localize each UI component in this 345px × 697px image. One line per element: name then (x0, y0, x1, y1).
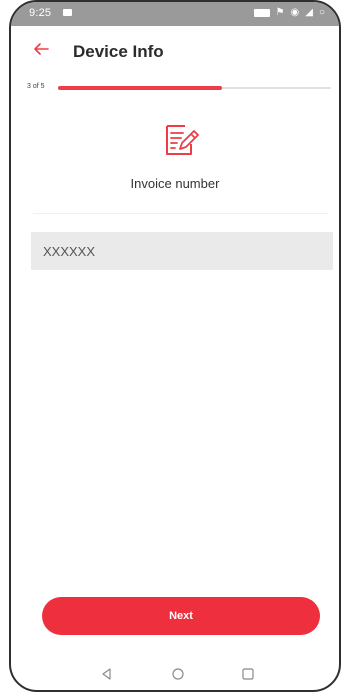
gallery-icon (63, 9, 72, 16)
invoice-number-label: Invoice number (130, 176, 220, 191)
phone-screen: 9:25 ⚑ ◉ ◢ ○ Device Info 3 of 5 Invoice … (9, 0, 341, 692)
battery-icon: ○ (318, 7, 325, 18)
progress-track (58, 86, 331, 90)
back-triangle-icon[interactable] (99, 666, 115, 682)
system-nav-bar (11, 662, 339, 686)
back-arrow-icon[interactable] (32, 40, 50, 58)
app-header: Device Info (11, 30, 339, 74)
home-circle-icon[interactable] (170, 666, 186, 682)
step-progress: 3 of 5 (27, 81, 331, 95)
status-time: 9:25 (29, 7, 52, 19)
recents-square-icon[interactable] (240, 666, 256, 682)
invoice-number-input[interactable] (31, 232, 333, 270)
step-counter: 3 of 5 (27, 83, 45, 90)
signal-icon: ◢ (305, 7, 313, 18)
alarm-icon: ⚑ (275, 7, 285, 18)
next-button[interactable]: Next (42, 597, 320, 635)
divider (33, 213, 329, 214)
page-title: Device Info (73, 42, 164, 61)
progress-fill (58, 86, 222, 90)
document-edit-icon (166, 125, 199, 155)
status-icons: ⚑ ◉ ◢ ○ (253, 7, 325, 19)
notification-icon (253, 9, 270, 17)
status-bar: 9:25 ⚑ ◉ ◢ ○ (11, 2, 339, 26)
wifi-icon: ◉ (290, 7, 300, 18)
